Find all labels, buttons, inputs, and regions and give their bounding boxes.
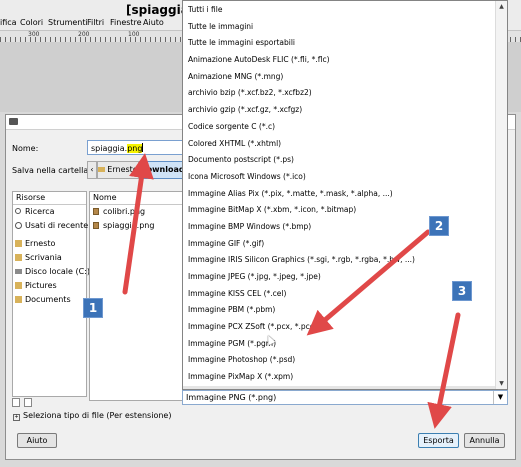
filetype-option[interactable]: Immagine PBM (*.pbm): [183, 302, 497, 319]
menu-aiuto[interactable]: Aiuto: [143, 18, 164, 27]
image-file-icon: [93, 208, 99, 215]
filetype-option[interactable]: Immagine JPEG (*.jpg, *.jpeg, *.jpe): [183, 269, 497, 286]
path-back-button[interactable]: ‹: [87, 161, 97, 179]
filetype-option[interactable]: Immagine IRIS Silicon Graphics (*.sgi, *…: [183, 252, 497, 269]
menu-colori[interactable]: Colori: [20, 18, 43, 27]
place-label: Scrivania: [25, 253, 62, 262]
places-panel: Risorse Ricerca Usati di recente Ernesto…: [12, 191, 90, 397]
file-name: spiaggia.png: [103, 221, 155, 230]
filetype-expander[interactable]: + Seleziona tipo di file (Per estensione): [13, 411, 171, 421]
filetype-option[interactable]: Immagine GIF (*.gif): [183, 236, 497, 253]
filetype-option[interactable]: Immagine BMP Windows (*.bmp): [183, 219, 497, 236]
place-pictures[interactable]: Pictures: [13, 279, 86, 293]
filetype-option[interactable]: Tutte le immagini esportabili: [183, 35, 497, 52]
file-row[interactable]: spiaggia.png: [90, 219, 188, 233]
folder-icon: [15, 296, 22, 303]
file-name: colibri.png: [103, 207, 146, 216]
callout-badge-3: 3: [452, 281, 472, 301]
name-column-header[interactable]: Nome: [90, 192, 188, 205]
menu-modifica[interactable]: ifica: [0, 18, 17, 27]
filetype-option[interactable]: Immagine Alias Pix (*.pix, *.matte, *.ma…: [183, 186, 497, 203]
place-label: Ernesto: [25, 239, 56, 248]
filetype-option[interactable]: Tutti i file: [183, 2, 497, 19]
filetype-option[interactable]: Icona Microsoft Windows (*.ico): [183, 169, 497, 186]
filetype-option[interactable]: Immagine BitMap X (*.xbm, *.icon, *.bitm…: [183, 202, 497, 219]
folder-icon: [15, 254, 22, 261]
expander-icon: +: [13, 414, 20, 421]
help-button[interactable]: Aiuto: [17, 433, 57, 448]
place-label: Usati di recente: [25, 221, 89, 230]
filetype-option[interactable]: Tutte le immagini: [183, 19, 497, 36]
place-scrivania[interactable]: Scrivania: [13, 251, 86, 265]
menu-finestre[interactable]: Finestre: [110, 18, 142, 27]
filetype-option[interactable]: Immagine PixMap X (*.xpm): [183, 369, 497, 386]
filetype-option[interactable]: Colored XHTML (*.xhtml): [183, 136, 497, 153]
place-ricerca[interactable]: Ricerca: [13, 205, 86, 219]
filetype-combo-value: Immagine PNG (*.png): [186, 393, 277, 402]
places-header: Risorse: [13, 192, 86, 205]
place-label: Pictures: [25, 281, 57, 290]
file-list: Nome colibri.png spiaggia.png: [89, 191, 189, 401]
image-file-icon: [93, 222, 99, 229]
filename-base: spiaggia.: [91, 144, 128, 153]
place-label: Disco locale (C:): [25, 267, 91, 276]
filetype-option[interactable]: Animazione MNG (*.mng): [183, 69, 497, 86]
places-footer: [12, 398, 36, 409]
menu-strumenti[interactable]: Strumenti: [48, 18, 88, 27]
path-label: Ernesto: [107, 165, 138, 174]
search-icon: [15, 208, 21, 214]
filetype-option[interactable]: archivio gzip (*.xcf.gz, *.xcfgz): [183, 102, 497, 119]
scroll-down-arrow-icon[interactable]: ▼: [496, 380, 507, 387]
place-documents[interactable]: Documents: [13, 293, 86, 307]
clock-icon: [15, 222, 22, 229]
filetype-option[interactable]: Immagine Photoshop (*.psd): [183, 352, 497, 369]
place-recenti[interactable]: Usati di recente: [13, 219, 89, 233]
callout-badge-1: 1: [83, 298, 103, 318]
home-folder-icon: [15, 240, 22, 247]
filetype-option[interactable]: Immagine PCX ZSoft (*.pcx, *.pcc): [183, 319, 497, 336]
folder-icon: [98, 167, 106, 172]
place-label: Ricerca: [25, 207, 55, 216]
remove-bookmark-icon[interactable]: [24, 398, 32, 407]
folder-icon: [15, 282, 22, 289]
cancel-button[interactable]: Annulla: [464, 433, 505, 448]
export-button[interactable]: Esporta: [418, 433, 459, 448]
chevron-down-icon[interactable]: ▼: [493, 391, 507, 404]
name-label: Nome:: [12, 144, 39, 153]
place-ernesto[interactable]: Ernesto: [13, 237, 86, 251]
text-caret: [142, 143, 144, 152]
filetype-option[interactable]: Animazione AutoDesk FLIC (*.fli, *.flc): [183, 52, 497, 69]
save-in-label: Salva nella cartella:: [12, 166, 91, 175]
filetype-option[interactable]: Documento postscript (*.ps): [183, 152, 497, 169]
drive-icon: [15, 269, 22, 274]
add-bookmark-icon[interactable]: [12, 398, 20, 407]
gimp-icon: [9, 118, 18, 125]
path-bar: ‹ Ernesto Downloads: [87, 161, 189, 179]
file-row[interactable]: colibri.png: [90, 205, 188, 219]
dropdown-scrollbar[interactable]: ▲ ▼: [495, 1, 507, 389]
filename-input[interactable]: spiaggia.png: [87, 140, 187, 155]
filename-extension: png: [127, 144, 143, 153]
path-button-downloads[interactable]: Downloads: [139, 161, 189, 179]
filetype-expander-label: Seleziona tipo di file (Per estensione): [23, 411, 172, 420]
callout-badge-2: 2: [429, 216, 449, 236]
path-button-ernesto[interactable]: Ernesto: [97, 161, 139, 179]
menu-filtri[interactable]: Filtri: [87, 18, 104, 27]
scroll-up-arrow-icon[interactable]: ▲: [496, 3, 507, 10]
place-label: Documents: [25, 295, 71, 304]
filetype-option-list: Tutti i file Tutte le immagini Tutte le im…: [183, 2, 497, 389]
filetype-dropdown: Tutti i file Tutte le immagini Tutte le im…: [182, 0, 508, 390]
place-disco-locale[interactable]: Disco locale (C:): [13, 265, 90, 279]
filetype-combo[interactable]: Immagine PNG (*.png) ▼: [182, 390, 508, 405]
filetype-option[interactable]: Codice sorgente C (*.c): [183, 119, 497, 136]
filetype-option[interactable]: Immagine KISS CEL (*.cel): [183, 286, 497, 303]
filetype-option[interactable]: Immagine PGM (*.pgm): [183, 336, 497, 353]
filetype-option[interactable]: archivio bzip (*.xcf.bz2, *.xcfbz2): [183, 85, 497, 102]
